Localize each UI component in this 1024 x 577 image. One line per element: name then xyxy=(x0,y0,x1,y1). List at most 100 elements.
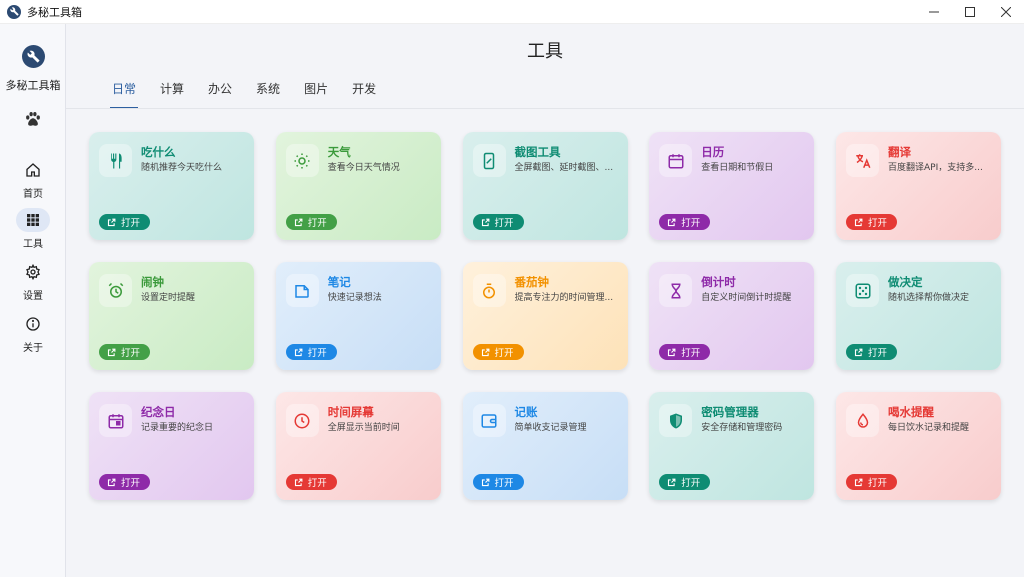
card-title: 吃什么 xyxy=(141,145,176,159)
open-button[interactable]: 打开 xyxy=(846,474,898,490)
tool-card[interactable]: 时间屏幕 全屏显示当前时间 打开 xyxy=(275,392,441,500)
tab-system[interactable]: 系统 xyxy=(256,80,280,102)
tool-card[interactable]: 截图工具 全屏截图、延时截图、... 打开 xyxy=(462,132,628,240)
open-button[interactable]: 打开 xyxy=(285,474,337,490)
tool-card[interactable]: 倒计时 自定义时间倒计时提醒 打开 xyxy=(649,262,815,370)
open-button[interactable]: 打开 xyxy=(99,214,151,230)
open-button[interactable]: 打开 xyxy=(846,344,898,360)
open-external-icon xyxy=(854,478,868,487)
open-external-icon xyxy=(481,218,495,227)
nav-settings[interactable]: 设置 xyxy=(0,260,66,306)
open-button[interactable]: 打开 xyxy=(99,344,151,360)
card-description: 查看日期和节假日 xyxy=(701,163,774,173)
open-button[interactable]: 打开 xyxy=(472,214,524,230)
open-button[interactable]: 打开 xyxy=(99,474,151,490)
tool-card[interactable]: 喝水提醒 每日饮水记录和提醒 打开 xyxy=(836,392,1001,500)
open-button[interactable]: 打开 xyxy=(659,344,711,360)
open-button-label: 打开 xyxy=(121,348,141,359)
open-button[interactable]: 打开 xyxy=(659,474,711,490)
open-button[interactable]: 打开 xyxy=(285,214,337,230)
nav-about[interactable]: 关于 xyxy=(0,312,66,358)
card-description: 全屏显示当前时间 xyxy=(327,423,400,433)
sun-icon xyxy=(285,144,319,177)
open-external-icon xyxy=(667,478,681,487)
screenshot-icon xyxy=(472,144,506,177)
tab-office[interactable]: 办公 xyxy=(208,80,232,102)
tab-calc[interactable]: 计算 xyxy=(160,80,184,102)
open-button-label: 打开 xyxy=(307,348,327,359)
open-button[interactable]: 打开 xyxy=(285,344,337,360)
card-description: 百度翻译API，支持多... xyxy=(888,163,983,173)
tool-card[interactable]: 笔记 快速记录想法 打开 xyxy=(275,262,441,370)
category-tabs: 日常 计算 办公 系统 图片 开发 xyxy=(109,80,400,109)
card-title: 做决定 xyxy=(888,275,923,289)
open-button-label: 打开 xyxy=(681,348,701,359)
minimize-button[interactable] xyxy=(916,0,952,24)
title-bar: 多秘工具箱 xyxy=(0,0,1024,24)
tool-card[interactable]: 吃什么随机推荐今天吃什么打开 xyxy=(89,132,254,240)
tool-card[interactable]: 翻译 百度翻译API，支持多... 打开 xyxy=(836,132,1001,240)
open-button-label: 打开 xyxy=(494,218,514,229)
tool-card[interactable]: 闹钟设置定时提醒打开 xyxy=(89,262,254,370)
open-button[interactable]: 打开 xyxy=(472,344,524,360)
open-button-label: 打开 xyxy=(307,478,327,489)
tab-image[interactable]: 图片 xyxy=(304,80,328,102)
dice-icon xyxy=(846,274,879,307)
open-external-icon xyxy=(667,348,681,357)
paw-icon[interactable] xyxy=(24,110,42,128)
close-button[interactable] xyxy=(988,0,1024,24)
alarm-icon xyxy=(99,274,132,307)
wrench-icon xyxy=(22,45,45,68)
card-title: 番茄钟 xyxy=(514,275,550,289)
translate-icon xyxy=(846,144,879,177)
open-external-icon xyxy=(481,348,495,357)
card-title: 倒计时 xyxy=(701,275,736,289)
open-button[interactable]: 打开 xyxy=(659,214,711,230)
water-drop-icon xyxy=(846,404,879,437)
nav-home[interactable]: 首页 xyxy=(0,158,66,204)
event-icon xyxy=(99,404,132,437)
tool-card[interactable]: 做决定随机选择帮你做决定打开 xyxy=(836,262,1001,370)
card-title: 记账 xyxy=(514,405,538,419)
card-description: 设置定时提醒 xyxy=(141,293,196,303)
tool-card[interactable]: 纪念日 记录重要的纪念日 打开 xyxy=(89,392,254,500)
shield-icon xyxy=(659,404,693,437)
tool-card[interactable]: 番茄钟 提高专注力的时间管理... 打开 xyxy=(462,262,628,370)
card-description: 全屏截图、延时截图、... xyxy=(514,163,614,173)
maximize-button[interactable] xyxy=(952,0,988,24)
open-button[interactable]: 打开 xyxy=(472,474,524,490)
tab-dev[interactable]: 开发 xyxy=(352,80,376,102)
timer-icon xyxy=(472,274,506,307)
open-external-icon xyxy=(107,218,121,227)
card-description: 简单收支记录管理 xyxy=(514,423,587,433)
info-icon xyxy=(16,312,50,336)
open-button-label: 打开 xyxy=(121,478,141,489)
open-external-icon xyxy=(854,218,868,227)
open-external-icon xyxy=(854,348,868,357)
open-button-label: 打开 xyxy=(868,348,888,359)
card-description: 记录重要的纪念日 xyxy=(141,423,214,433)
nav-settings-label: 设置 xyxy=(23,291,43,302)
card-description: 随机推荐今天吃什么 xyxy=(141,163,223,173)
card-title: 闹钟 xyxy=(141,275,164,289)
open-external-icon xyxy=(294,218,308,227)
grid-icon xyxy=(16,208,50,232)
card-description: 随机选择帮你做决定 xyxy=(888,293,970,303)
card-description: 查看今日天气情况 xyxy=(327,163,400,173)
tool-card[interactable]: 密码管理器 安全存储和管理密码 打开 xyxy=(649,392,815,500)
tab-daily[interactable]: 日常 xyxy=(109,80,139,109)
open-button[interactable]: 打开 xyxy=(846,214,898,230)
open-external-icon xyxy=(294,478,308,487)
card-title: 笔记 xyxy=(327,275,351,289)
open-button-label: 打开 xyxy=(307,218,327,229)
hourglass-icon xyxy=(659,274,693,307)
nav-tools[interactable]: 工具 xyxy=(0,208,66,254)
card-title: 喝水提醒 xyxy=(888,405,934,419)
nav-tools-label: 工具 xyxy=(23,239,43,250)
tool-card[interactable]: 天气 查看今日天气情况 打开 xyxy=(275,132,441,240)
tool-card[interactable]: 日历 查看日期和节假日 打开 xyxy=(649,132,815,240)
brand-name: 多秘工具箱 xyxy=(5,79,61,92)
open-external-icon xyxy=(294,348,308,357)
nav-about-label: 关于 xyxy=(23,343,43,354)
tool-card[interactable]: 记账简单收支记录管理打开 xyxy=(462,392,628,500)
